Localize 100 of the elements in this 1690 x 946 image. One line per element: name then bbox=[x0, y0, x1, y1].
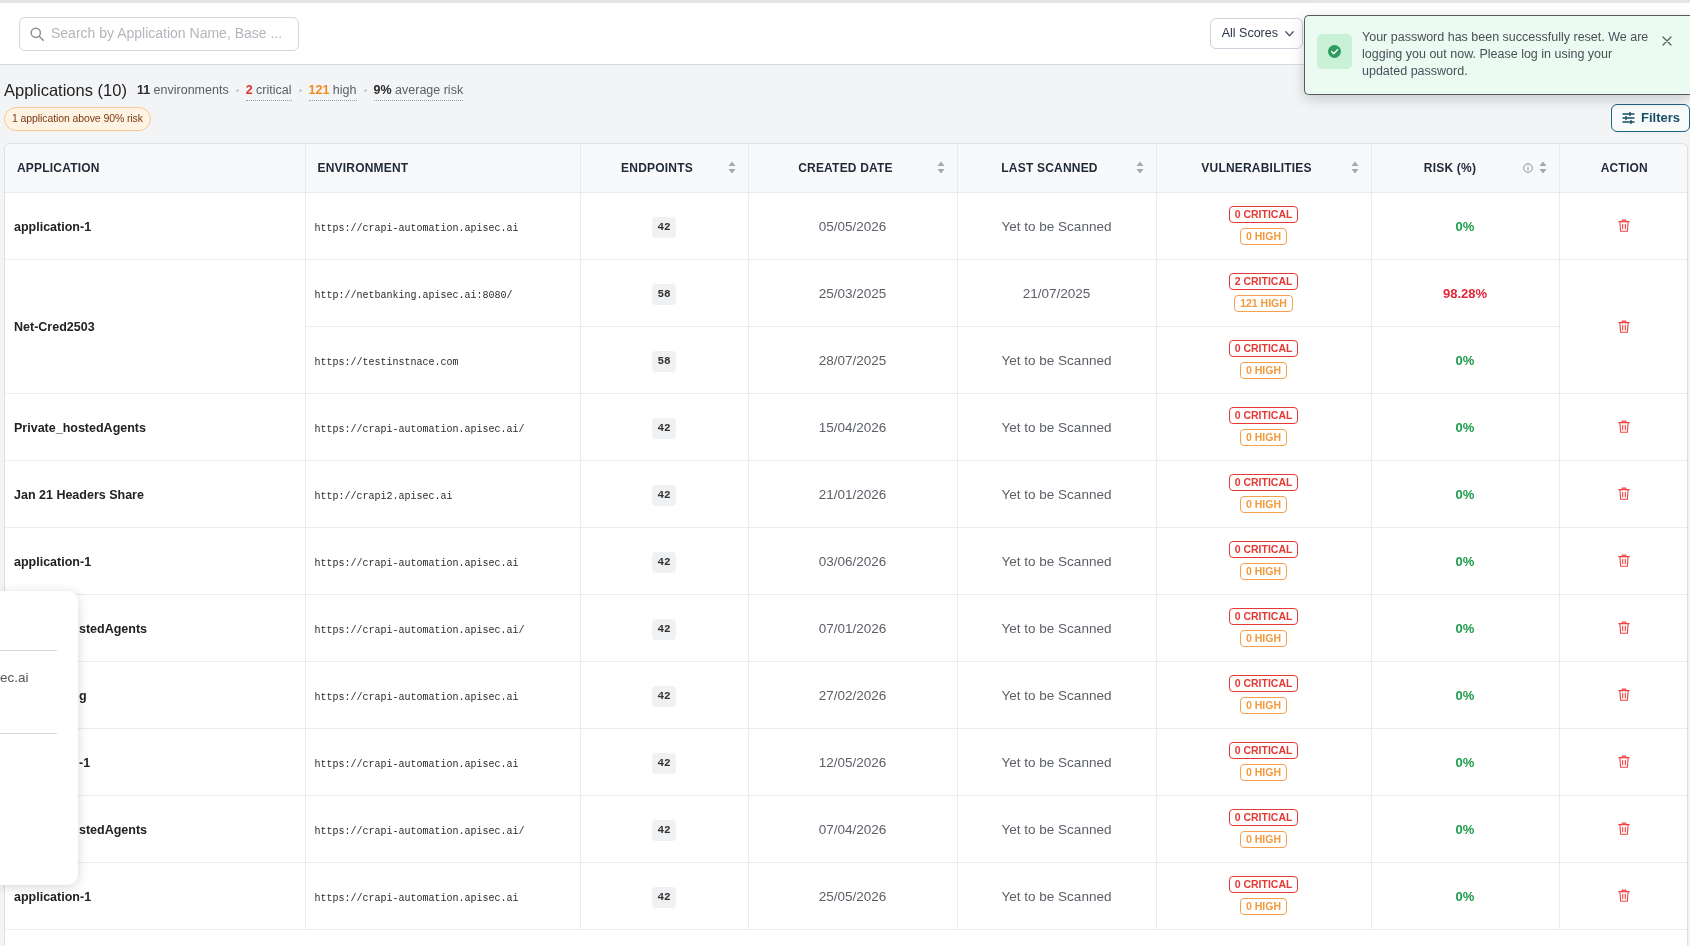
column-header: LAST SCANNED bbox=[1000, 159, 1099, 177]
high-count-tag: 0 HIGH bbox=[1240, 898, 1287, 915]
application-name[interactable]: application-1 bbox=[14, 552, 92, 572]
last-scanned-text: Yet to be Scanned bbox=[1001, 620, 1112, 636]
created-date: 07/01/2026 bbox=[818, 620, 887, 636]
application-name[interactable]: stedAgents bbox=[79, 619, 148, 639]
info-icon[interactable] bbox=[1522, 162, 1533, 173]
separator-dot-icon bbox=[298, 89, 302, 93]
search-icon bbox=[30, 26, 44, 41]
high-count-tag: 0 HIGH bbox=[1240, 764, 1287, 781]
environment-url: http://netbanking.apisec.ai:8080/ bbox=[314, 289, 513, 301]
application-name[interactable]: Jan 21 Headers Share bbox=[14, 485, 144, 505]
environment-url: https://crapi-automation.apisec.ai/ bbox=[314, 423, 525, 435]
summary-stat: 11 environments bbox=[136, 82, 229, 99]
critical-count-tag: 2 CRITICAL bbox=[1228, 273, 1299, 290]
trash-icon[interactable] bbox=[1618, 889, 1631, 902]
created-date: 07/04/2026 bbox=[818, 821, 887, 837]
environment-url: https://crapi-automation.apisec.ai bbox=[314, 557, 519, 569]
column-header: ENVIRONMENT bbox=[317, 159, 410, 177]
last-scanned-text: Yet to be Scanned bbox=[1001, 352, 1112, 368]
sort-icon[interactable] bbox=[1538, 161, 1547, 175]
chevron-down-icon[interactable] bbox=[1285, 30, 1294, 37]
last-scanned-text: Yet to be Scanned bbox=[1001, 419, 1112, 435]
risk-percentage: 98.28% bbox=[1442, 285, 1488, 301]
critical-count-tag: 0 CRITICAL bbox=[1228, 809, 1299, 826]
search-field[interactable]: Search by Application Name, Base ... bbox=[19, 16, 299, 51]
critical-count-tag: 0 CRITICAL bbox=[1228, 206, 1299, 223]
high-count-tag: 0 HIGH bbox=[1240, 362, 1287, 379]
score-filter-dropdown[interactable]: All Scores bbox=[1209, 18, 1303, 49]
column-header: ENDPOINTS bbox=[620, 159, 694, 177]
environment-url: https://crapi-automation.apisec.ai bbox=[314, 691, 519, 703]
last-scanned-text: 21/07/2025 bbox=[1022, 285, 1091, 301]
critical-count-tag: 0 CRITICAL bbox=[1228, 608, 1299, 625]
high-count-tag: 0 HIGH bbox=[1240, 228, 1287, 245]
last-scanned-text: Yet to be Scanned bbox=[1001, 553, 1112, 569]
last-scanned-text: Yet to be Scanned bbox=[1001, 888, 1112, 904]
trash-icon[interactable] bbox=[1618, 487, 1631, 500]
risk-percentage: 0% bbox=[1455, 553, 1475, 569]
risk-percentage: 0% bbox=[1455, 620, 1475, 636]
column-header: APPLICATION bbox=[17, 159, 101, 177]
filters-button[interactable]: Filters bbox=[1611, 104, 1690, 132]
endpoint-count: 42 bbox=[652, 217, 676, 238]
trash-icon[interactable] bbox=[1618, 621, 1631, 634]
application-name[interactable]: Net-Cred2503 bbox=[14, 318, 95, 337]
last-scanned-text: Yet to be Scanned bbox=[1001, 486, 1112, 502]
endpoint-count: 42 bbox=[652, 552, 676, 573]
trash-icon[interactable] bbox=[1618, 822, 1631, 835]
last-scanned-text: Yet to be Scanned bbox=[1001, 821, 1112, 837]
endpoint-count: 42 bbox=[652, 686, 676, 707]
sort-icon[interactable] bbox=[936, 161, 945, 175]
endpoint-count: 42 bbox=[652, 753, 676, 774]
high-count-tag: 0 HIGH bbox=[1240, 697, 1287, 714]
application-name[interactable]: Private_hostedAgents bbox=[14, 418, 146, 438]
popup-menu-item[interactable]: ec.ai bbox=[0, 668, 29, 689]
environment-url: http://crapi2.apisec.ai bbox=[314, 490, 453, 502]
summary-stat: 2 critical bbox=[245, 80, 292, 102]
application-name[interactable]: -1 bbox=[79, 753, 91, 773]
created-date: 05/05/2026 bbox=[818, 218, 887, 234]
summary-stat: 9% average risk bbox=[373, 80, 464, 102]
application-name[interactable]: application-1 bbox=[14, 887, 92, 907]
high-count-tag: 0 HIGH bbox=[1240, 563, 1287, 580]
trash-icon[interactable] bbox=[1618, 219, 1631, 232]
sort-icon[interactable] bbox=[1135, 161, 1144, 175]
critical-count-tag: 0 CRITICAL bbox=[1228, 340, 1299, 357]
column-header: VULNERABILITIES bbox=[1200, 159, 1313, 177]
critical-count-tag: 0 CRITICAL bbox=[1228, 742, 1299, 759]
environment-url: https://crapi-automation.apisec.ai/ bbox=[314, 624, 525, 636]
trash-icon[interactable] bbox=[1618, 755, 1631, 768]
created-date: 27/02/2026 bbox=[818, 687, 887, 703]
environment-url: https://crapi-automation.apisec.ai/ bbox=[314, 825, 525, 837]
risk-percentage: 0% bbox=[1455, 687, 1475, 703]
risk-percentage: 0% bbox=[1455, 888, 1475, 904]
sort-icon[interactable] bbox=[1350, 161, 1359, 175]
risk-percentage: 0% bbox=[1455, 419, 1475, 435]
endpoint-count: 58 bbox=[652, 284, 676, 305]
environment-url: https://crapi-automation.apisec.ai bbox=[314, 892, 519, 904]
trash-icon[interactable] bbox=[1618, 319, 1631, 333]
created-date: 15/04/2026 bbox=[818, 419, 887, 435]
separator-dot-icon bbox=[363, 89, 367, 93]
endpoint-count: 42 bbox=[652, 887, 676, 908]
endpoint-count: 42 bbox=[652, 820, 676, 841]
critical-count-tag: 0 CRITICAL bbox=[1228, 474, 1299, 491]
close-icon[interactable] bbox=[1662, 36, 1672, 46]
environment-url: https://crapi-automation.apisec.ai bbox=[314, 222, 519, 234]
application-name[interactable]: application-1 bbox=[14, 217, 92, 237]
separator-dot-icon bbox=[235, 89, 239, 93]
risk-percentage: 0% bbox=[1455, 754, 1475, 770]
risk-percentage: 0% bbox=[1455, 352, 1475, 368]
application-name[interactable]: g bbox=[79, 686, 87, 706]
trash-icon[interactable] bbox=[1618, 688, 1631, 701]
sort-icon[interactable] bbox=[727, 161, 736, 175]
risk-alert-tag: 1 application above 90% risk bbox=[4, 107, 151, 131]
sliders-icon bbox=[1622, 112, 1635, 124]
endpoint-count: 42 bbox=[652, 619, 676, 640]
application-name[interactable]: stedAgents bbox=[79, 820, 148, 840]
summary-stat: 121 high bbox=[308, 80, 357, 102]
trash-icon[interactable] bbox=[1618, 554, 1631, 567]
trash-icon[interactable] bbox=[1618, 420, 1631, 433]
critical-count-tag: 0 CRITICAL bbox=[1228, 675, 1299, 692]
column-header: ACTION bbox=[1599, 159, 1649, 177]
